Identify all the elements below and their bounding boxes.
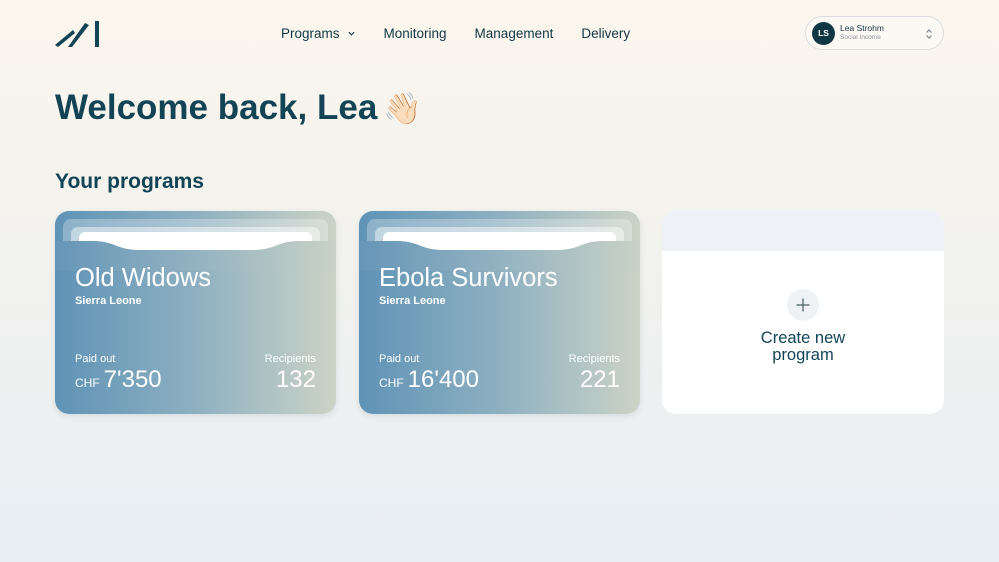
folder-flap [662, 251, 944, 263]
page-title: Welcome back, Lea 👋🏻 [55, 88, 422, 128]
program-card-ebola-survivors[interactable]: Ebola Survivors Sierra Leone Paid out CH… [359, 211, 640, 414]
recipients-count: 221 [579, 366, 620, 393]
add-program-button[interactable] [787, 289, 819, 321]
nav-item-programs[interactable]: Programs [281, 26, 356, 41]
currency-label: CHF [379, 376, 404, 390]
recipients-label: Recipients [264, 353, 316, 365]
nav-item-label: Programs [281, 26, 340, 41]
chevron-up-down-icon [926, 29, 932, 39]
organization-name: Social Income [840, 34, 881, 41]
currency-label: CHF [75, 376, 100, 390]
welcome-text: Welcome back, Lea [55, 88, 378, 127]
waving-hand-icon: 👋🏻 [383, 90, 422, 126]
program-country: Sierra Leone [75, 295, 142, 307]
nav-item-label: Management [474, 26, 554, 41]
program-name: Old Widows [75, 264, 212, 292]
brand-logo-icon[interactable] [55, 20, 101, 48]
account-switcher[interactable]: LS Lea Strohm Social Income [805, 16, 944, 50]
nav-item-label: Monitoring [383, 26, 447, 41]
nav-item-delivery[interactable]: Delivery [581, 26, 630, 41]
paid-out-label: Paid out [75, 353, 116, 365]
create-program-label-line2: program [772, 346, 834, 364]
create-program-label-line1: Create new [760, 329, 846, 347]
chevron-down-icon [347, 31, 355, 36]
paid-out-amount: 7'350 [103, 366, 162, 393]
recipients-label: Recipients [568, 353, 620, 365]
plus-icon [796, 298, 810, 312]
paid-out-amount: 16'400 [407, 366, 479, 393]
program-card-old-widows[interactable]: Old Widows Sierra Leone Paid out CHF 7'3… [55, 211, 336, 414]
create-program-card[interactable]: Create new program [662, 211, 944, 414]
paid-out-value: CHF 16'400 [379, 366, 479, 394]
user-name: Lea Strohm [840, 23, 884, 33]
program-name: Ebola Survivors [379, 264, 558, 292]
account-info: Lea Strohm Social Income [840, 23, 884, 43]
nav-item-management[interactable]: Management [475, 26, 554, 41]
create-program-label: Create new program [662, 330, 944, 364]
paid-out-label: Paid out [379, 353, 420, 365]
main-navigation: Programs Monitoring Management Delivery [281, 26, 630, 41]
nav-item-label: Delivery [581, 26, 631, 41]
nav-item-monitoring[interactable]: Monitoring [384, 26, 447, 41]
program-country: Sierra Leone [379, 295, 446, 307]
avatar: LS [812, 21, 835, 45]
section-title: Your programs [55, 170, 204, 193]
paid-out-value: CHF 7'350 [75, 366, 162, 394]
recipients-count: 132 [275, 366, 316, 393]
